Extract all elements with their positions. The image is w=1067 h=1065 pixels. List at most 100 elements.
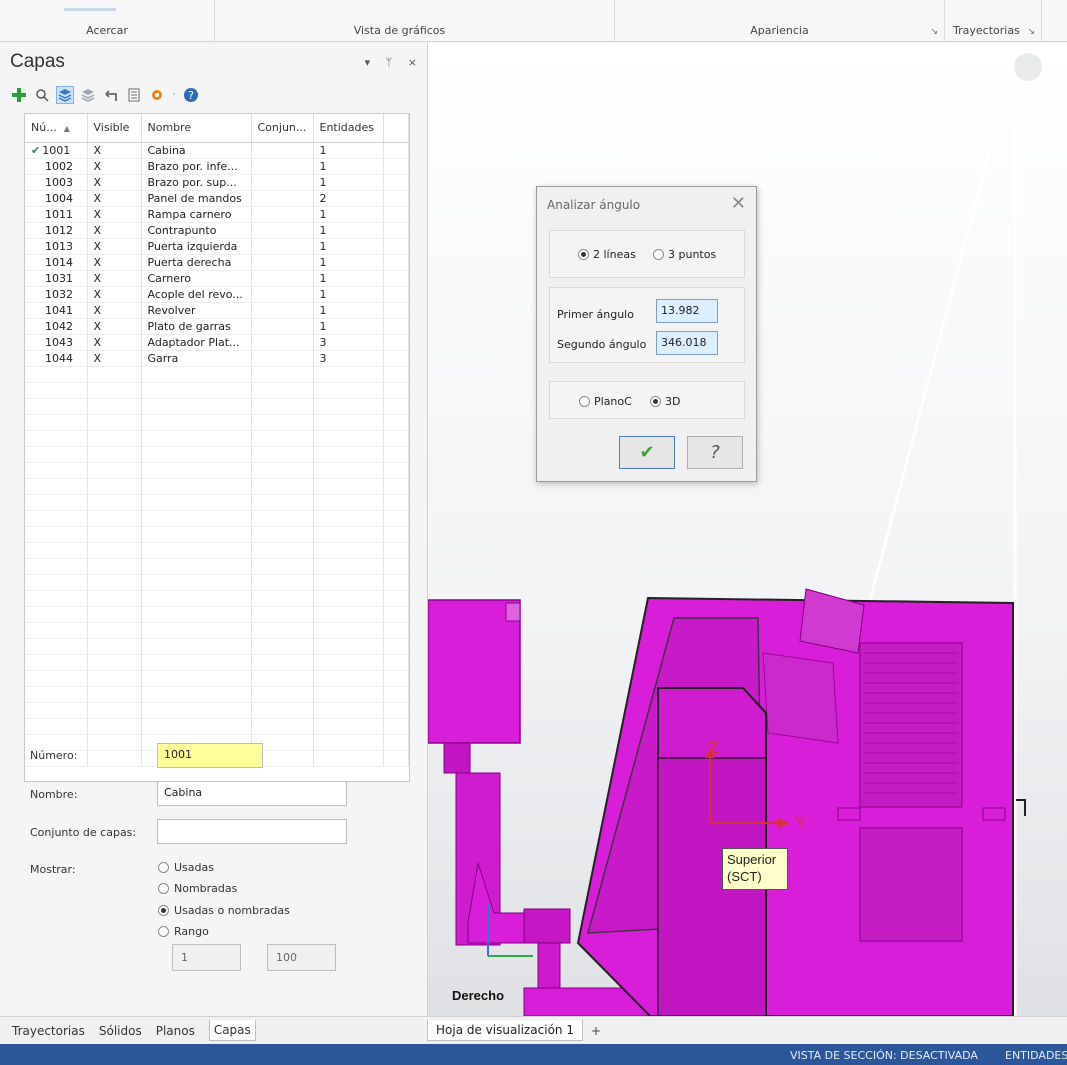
pin-icon[interactable]: ᛘ	[386, 56, 393, 69]
two-lines-radio[interactable]: 2 líneas	[578, 248, 636, 261]
close-icon[interactable]: ✕	[731, 193, 746, 214]
add-viewsheet-icon[interactable]: +	[591, 1024, 601, 1038]
show-named-radio[interactable]: Nombradas	[158, 882, 237, 895]
table-row[interactable]: 1044 X Garra 3	[25, 350, 409, 367]
gear-icon[interactable]	[148, 86, 166, 104]
table-row[interactable]: 1002 X Brazo por. infe... 1	[25, 158, 409, 175]
entities-status[interactable]: ENTIDADES	[1005, 1049, 1067, 1062]
table-row[interactable]: 1003 X Brazo por. sup... 1	[25, 174, 409, 191]
table-row[interactable]	[25, 574, 409, 591]
table-row[interactable]: 1012 X Contrapunto 1	[25, 222, 409, 239]
show-range-radio[interactable]: Rango	[158, 925, 209, 938]
range-to-field[interactable]: 100	[267, 944, 336, 971]
tab-toolpaths[interactable]: Trayectorias	[12, 1024, 85, 1038]
table-row[interactable]: 1041 X Revolver 1	[25, 302, 409, 319]
table-row[interactable]: 1032 X Acople del revo... 1	[25, 286, 409, 303]
table-row[interactable]: 1042 X Plato de garras 1	[25, 318, 409, 335]
layer-entities-cell	[313, 414, 384, 431]
layer-name-cell	[141, 622, 252, 639]
three-points-radio[interactable]: 3 puntos	[653, 248, 716, 261]
empty-cell	[383, 702, 409, 719]
section-view-status[interactable]: VISTA DE SECCIÓN: DESACTIVADA	[790, 1049, 978, 1062]
table-row[interactable]	[25, 382, 409, 399]
cplane-radio[interactable]: PlanoC	[579, 395, 632, 408]
table-row[interactable]	[25, 366, 409, 383]
table-row[interactable]	[25, 686, 409, 703]
layer-entities-cell: 1	[313, 238, 384, 255]
layers-table[interactable]: Nú... ▲ Visible Nombre Conjun... Entidad…	[24, 113, 410, 782]
column-header-number[interactable]: Nú... ▲	[25, 114, 88, 143]
model-top-part	[799, 588, 865, 654]
table-row[interactable]	[25, 638, 409, 655]
layer-entities-cell	[313, 638, 384, 655]
layer-number-cell	[25, 446, 88, 463]
layers-alt-icon[interactable]	[79, 86, 97, 104]
table-row[interactable]	[25, 526, 409, 543]
column-header-visible[interactable]: Visible	[87, 114, 142, 143]
dialog-launcher-icon[interactable]: ↘	[930, 27, 938, 37]
layers-icon[interactable]	[56, 86, 74, 104]
panel-menu-icon[interactable]: ▾	[365, 56, 371, 69]
table-row[interactable]	[25, 494, 409, 511]
search-icon[interactable]	[33, 86, 51, 104]
column-header-set[interactable]: Conjun...	[251, 114, 314, 143]
table-row[interactable]	[25, 542, 409, 559]
tab-layers[interactable]: Capas	[208, 1020, 256, 1041]
table-row[interactable]	[25, 414, 409, 431]
empty-cell	[383, 606, 409, 623]
show-used-radio[interactable]: Usadas	[158, 861, 214, 874]
table-row[interactable]	[25, 702, 409, 719]
table-row[interactable]	[25, 558, 409, 575]
empty-cell	[383, 718, 409, 735]
layer-name-cell	[141, 558, 252, 575]
tab-viewsheet-1[interactable]: Hoja de visualización 1	[427, 1020, 583, 1041]
table-row[interactable]: 1011 X Rampa carnero 1	[25, 206, 409, 223]
layer-entities-cell	[313, 590, 384, 607]
table-row[interactable]	[25, 622, 409, 639]
table-row[interactable]	[25, 606, 409, 623]
layer-visible-cell	[87, 542, 142, 559]
empty-cell	[383, 510, 409, 527]
table-row[interactable]: 1014 X Puerta derecha 1	[25, 254, 409, 271]
table-row[interactable]	[25, 654, 409, 671]
range-from-field[interactable]: 1	[172, 944, 241, 971]
column-header-name[interactable]: Nombre	[141, 114, 252, 143]
ok-button[interactable]: ✔	[619, 436, 675, 469]
table-row[interactable]: 1031 X Carnero 1	[25, 270, 409, 287]
help-button[interactable]: ?	[687, 436, 743, 469]
table-row[interactable]: 1013 X Puerta izquierda 1	[25, 238, 409, 255]
gear-dropdown-icon[interactable]: ·	[171, 86, 177, 104]
table-row[interactable]: 1004 X Panel de mandos 2	[25, 190, 409, 207]
layer-set-field[interactable]	[157, 819, 347, 844]
undo-icon[interactable]	[102, 86, 120, 104]
tab-solids[interactable]: Sólidos	[99, 1024, 142, 1038]
first-angle-field[interactable]: 13.982	[656, 299, 718, 323]
tab-planes[interactable]: Planos	[156, 1024, 195, 1038]
table-row[interactable]	[25, 590, 409, 607]
layer-name-cell	[141, 510, 252, 527]
list-icon[interactable]	[125, 86, 143, 104]
add-layer-icon[interactable]	[10, 86, 28, 104]
layer-name-cell: Adaptador Plat...	[141, 334, 252, 351]
close-icon[interactable]: ×	[408, 56, 417, 69]
layer-set-cell	[251, 526, 314, 543]
3d-radio[interactable]: 3D	[650, 395, 680, 408]
table-row[interactable]: 1043 X Adaptador Plat... 3	[25, 334, 409, 351]
table-row[interactable]	[25, 478, 409, 495]
column-header-entities[interactable]: Entidades	[313, 114, 384, 143]
table-row[interactable]	[25, 670, 409, 687]
show-used-or-named-radio[interactable]: Usadas o nombradas	[158, 904, 290, 917]
empty-cell	[383, 350, 409, 367]
table-row[interactable]	[25, 430, 409, 447]
second-angle-field[interactable]: 346.018	[656, 331, 718, 355]
table-row[interactable]	[25, 446, 409, 463]
name-field[interactable]: Cabina	[157, 781, 347, 806]
table-row[interactable]: ✔ 1001 X Cabina 1	[25, 142, 409, 159]
table-row[interactable]	[25, 718, 409, 735]
table-row[interactable]	[25, 462, 409, 479]
table-row[interactable]	[25, 398, 409, 415]
dialog-launcher-icon[interactable]: ↘	[1027, 27, 1035, 37]
table-row[interactable]	[25, 510, 409, 527]
number-field[interactable]: 1001	[157, 743, 263, 768]
help-icon[interactable]: ?	[182, 86, 200, 104]
